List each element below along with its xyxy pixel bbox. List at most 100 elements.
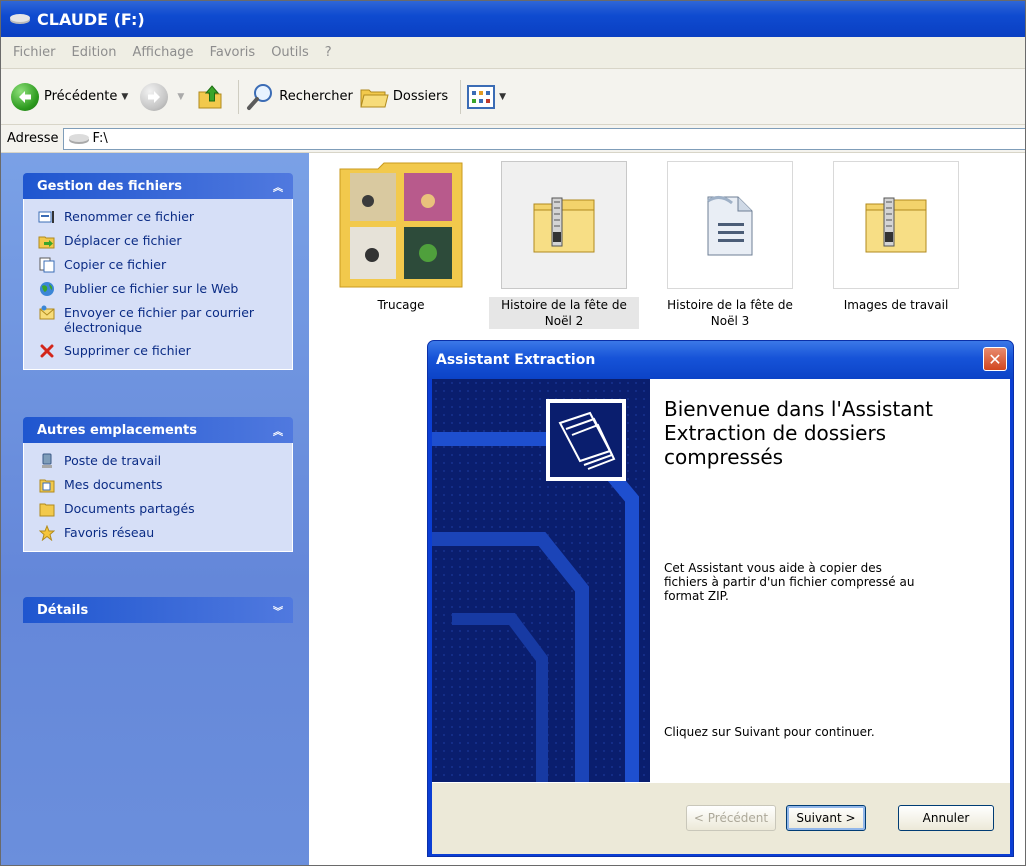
previous-button[interactable]: < Précédent [686, 805, 776, 831]
menu-edition[interactable]: Edition [72, 45, 117, 60]
details-title: Détails [37, 602, 89, 618]
task-copy[interactable]: Copier ce fichier [38, 257, 284, 273]
compressed-document-icon [667, 161, 793, 289]
task-label: Supprimer ce fichier [64, 343, 191, 358]
task-label: Renommer ce fichier [64, 209, 195, 224]
search-button[interactable]: Rechercher [245, 82, 353, 112]
title-bar[interactable]: CLAUDE (F:) [1, 1, 1025, 37]
menu-fichier[interactable]: Fichier [13, 45, 56, 60]
back-button[interactable]: Précédente ▼ [11, 82, 134, 111]
task-email[interactable]: Envoyer ce fichier par courrier électron… [38, 305, 284, 335]
computer-icon [38, 453, 56, 469]
other-places-header[interactable]: Autres emplacements ︽ [23, 417, 293, 443]
back-arrow-icon [11, 82, 39, 111]
globe-icon [38, 281, 56, 297]
dialog-title: Assistant Extraction [436, 352, 596, 368]
thumbnail-folder-icon [338, 161, 464, 289]
file-item-noel-3[interactable]: Histoire de la fête de Noël 3 [655, 161, 805, 329]
documents-folder-icon [38, 477, 56, 493]
folder-up-icon [198, 84, 222, 108]
collapse-icon[interactable]: ︽ [273, 423, 283, 438]
folders-icon [360, 89, 389, 107]
task-publish[interactable]: Publier ce fichier sur le Web [38, 281, 284, 297]
place-network[interactable]: Favoris réseau [38, 525, 284, 541]
details-panel: Détails ︾ [23, 597, 293, 623]
move-icon [38, 233, 56, 249]
folders-label: Dossiers [392, 89, 449, 104]
other-places-title: Autres emplacements [37, 422, 198, 438]
explorer-window: CLAUDE (F:) Fichier Edition Affichage Fa… [0, 0, 1026, 866]
menu-outils[interactable]: Outils [271, 45, 309, 60]
next-button[interactable]: Suivant > [786, 805, 866, 831]
dialog-title-bar[interactable]: Assistant Extraction ✕ [428, 341, 1013, 379]
back-label: Précédente [44, 89, 118, 104]
expand-icon[interactable]: ︾ [273, 603, 283, 618]
wizard-heading: Bienvenue dans l'Assistant Extraction de… [664, 397, 933, 469]
place-label: Poste de travail [64, 453, 162, 468]
file-tasks-title: Gestion des fichiers [37, 178, 183, 194]
menu-favoris[interactable]: Favoris [210, 45, 256, 60]
zip-folder-icon [833, 161, 959, 289]
back-dropdown-icon[interactable]: ▼ [121, 92, 128, 102]
place-shared-documents[interactable]: Documents partagés [38, 501, 284, 517]
views-dropdown-icon[interactable]: ▼ [499, 92, 506, 102]
extraction-wizard-dialog: Assistant Extraction ✕ Bienvenue dans l'… [427, 340, 1014, 857]
file-name: Images de travail [843, 298, 949, 312]
forward-arrow-icon [140, 82, 169, 111]
collapse-icon[interactable]: ︽ [273, 179, 283, 194]
file-item-noel-2[interactable]: Histoire de la fête de Noël 2 [489, 161, 639, 329]
forward-dropdown-icon[interactable]: ▼ [177, 92, 184, 102]
place-label: Mes documents [64, 477, 163, 492]
wizard-description: Cet Assistant vous aide à copier des fic… [664, 561, 915, 603]
file-name: Histoire de la fête de Noël 3 [667, 298, 793, 328]
dialog-body: Bienvenue dans l'Assistant Extraction de… [432, 379, 1010, 854]
task-rename[interactable]: Renommer ce fichier [38, 209, 284, 225]
search-label: Rechercher [279, 89, 353, 104]
wizard-banner [432, 379, 650, 782]
address-bar: Adresse F:\ [1, 125, 1025, 153]
place-label: Favoris réseau [64, 525, 155, 540]
toolbar: Précédente ▼ ▼ Rechercher Dossiers ▼ [1, 69, 1025, 125]
task-move[interactable]: Déplacer ce fichier [38, 233, 284, 249]
file-tasks-header[interactable]: Gestion des fichiers ︽ [23, 173, 293, 199]
wizard-content: Bienvenue dans l'Assistant Extraction de… [650, 379, 1010, 782]
delete-icon [38, 343, 56, 359]
dialog-footer: < Précédent Suivant > Annuler [432, 782, 1010, 854]
drive-icon [68, 133, 89, 144]
details-header[interactable]: Détails ︾ [23, 597, 293, 623]
views-button[interactable]: ▼ [467, 84, 512, 109]
task-label: Copier ce fichier [64, 257, 167, 272]
menu-bar: Fichier Edition Affichage Favoris Outils… [1, 37, 1025, 69]
file-tasks-list: Renommer ce fichier Déplacer ce fichier … [23, 199, 293, 370]
folders-button[interactable]: Dossiers [359, 84, 448, 110]
menu-affichage[interactable]: Affichage [132, 45, 193, 60]
banner-artwork [432, 379, 650, 782]
task-label: Envoyer ce fichier par courrier électron… [64, 305, 255, 335]
file-item-trucage[interactable]: Trucage [326, 161, 476, 313]
other-places-panel: Autres emplacements ︽ Poste de travail M… [23, 417, 293, 552]
file-tasks-panel: Gestion des fichiers ︽ Renommer ce fichi… [23, 173, 293, 370]
file-name: Trucage [377, 298, 425, 312]
zip-folder-icon [501, 161, 627, 289]
file-name: Histoire de la fête de Noël 2 [489, 297, 639, 329]
place-label: Documents partagés [64, 501, 195, 516]
window-title: CLAUDE (F:) [37, 9, 145, 29]
place-my-computer[interactable]: Poste de travail [38, 453, 284, 469]
wizard-continue-text: Cliquez sur Suivant pour continuer. [664, 725, 875, 739]
up-folder-button[interactable] [196, 82, 226, 112]
shared-folder-icon [38, 501, 56, 517]
cancel-button[interactable]: Annuler [898, 805, 994, 831]
place-my-documents[interactable]: Mes documents [38, 477, 284, 493]
address-field[interactable]: F:\ [62, 127, 1025, 150]
views-icon [467, 84, 496, 109]
file-item-images-travail[interactable]: Images de travail [821, 161, 971, 313]
menu-help[interactable]: ? [325, 45, 332, 60]
task-pane: Gestion des fichiers ︽ Renommer ce fichi… [1, 153, 309, 865]
rename-icon [38, 209, 56, 225]
email-icon [38, 305, 56, 321]
search-icon [247, 83, 273, 110]
close-button[interactable]: ✕ [983, 347, 1007, 371]
task-delete[interactable]: Supprimer ce fichier [38, 343, 284, 359]
forward-button[interactable]: ▼ [140, 82, 190, 111]
toolbar-separator-2 [460, 79, 462, 114]
